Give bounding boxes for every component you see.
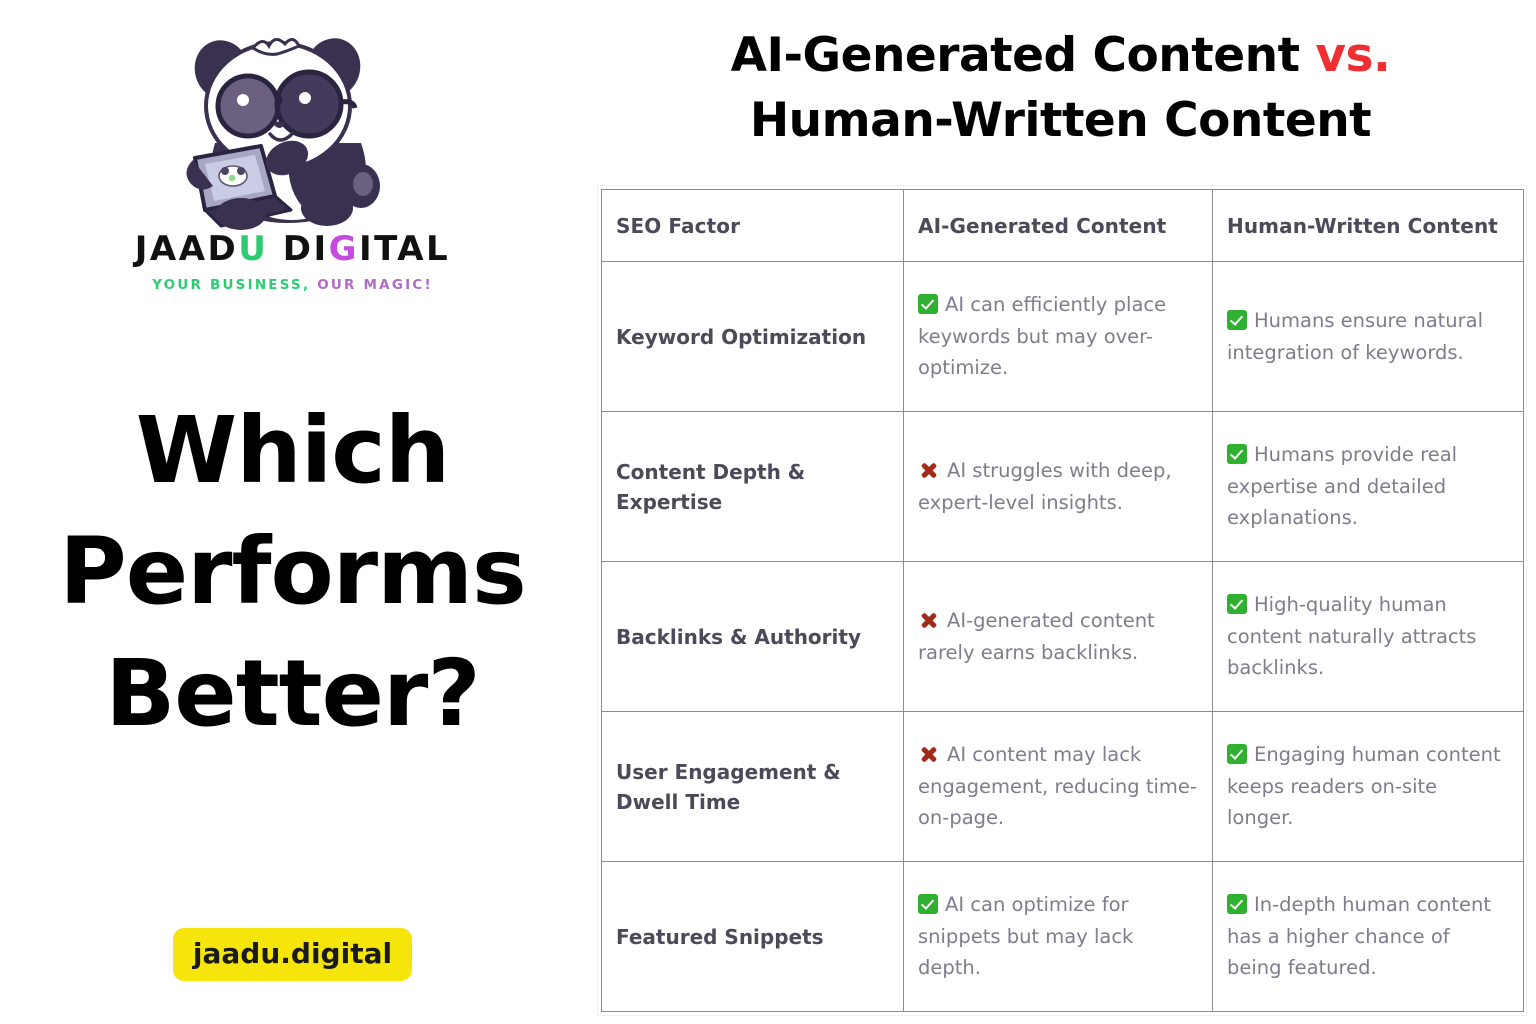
column-header-ai-generated: AI-Generated Content <box>903 189 1213 262</box>
cross-icon <box>918 610 940 630</box>
left-panel: JAADU DIGITAL YOUR BUSINESS, OUR MAGIC! … <box>0 0 585 1024</box>
factor-label: Keyword Optimization <box>601 261 904 412</box>
ai-cell: AI struggles with deep, expert-level ins… <box>903 411 1213 562</box>
tagline-green: YOUR BUSINESS, <box>152 276 311 293</box>
logo-word-accent-g: G <box>328 229 360 269</box>
logo-wordmark: JAADU DIGITAL <box>0 229 585 269</box>
ai-cell: AI-generated content rarely earns backli… <box>903 561 1213 712</box>
factor-label: Featured Snippets <box>601 861 904 1012</box>
human-cell: Humans ensure natural integration of key… <box>1212 261 1524 412</box>
page-title-vs: vs. <box>1315 28 1391 83</box>
human-cell-text: In-depth human content has a higher chan… <box>1227 893 1491 980</box>
panda-with-laptop-logo-icon <box>186 38 380 230</box>
ai-cell: AI can efficiently place keywords but ma… <box>903 261 1213 412</box>
factor-label: User Engagement & Dwell Time <box>601 711 904 862</box>
headline: Which Performs Better? <box>0 390 585 754</box>
table-row: Keyword Optimization AI can efficiently … <box>601 261 1524 412</box>
logo-word-part1: JAAD <box>134 229 239 269</box>
column-header-human-written: Human-Written Content <box>1212 189 1524 262</box>
headline-line-3: Better? <box>105 639 481 747</box>
table-header-row: SEO Factor AI-Generated Content Human-Wr… <box>601 189 1524 262</box>
human-cell: In-depth human content has a higher chan… <box>1212 861 1524 1012</box>
ai-cell-text: AI can optimize for snippets but may lac… <box>918 893 1134 980</box>
factor-label: Content Depth & Expertise <box>601 411 904 562</box>
check-icon <box>1227 744 1247 765</box>
headline-line-1: Which <box>135 397 451 504</box>
ai-cell: AI content may lack engagement, reducing… <box>903 711 1213 862</box>
ai-cell-text: AI content may lack engagement, reducing… <box>918 743 1197 830</box>
ai-cell-text: AI can efficiently place keywords but ma… <box>918 293 1167 380</box>
site-badge-wrapper: jaadu.digital <box>0 928 585 981</box>
table-header: SEO Factor AI-Generated Content Human-Wr… <box>601 189 1524 262</box>
column-header-seo-factor: SEO Factor <box>601 189 904 262</box>
comparison-table: SEO Factor AI-Generated Content Human-Wr… <box>601 189 1524 1012</box>
cross-icon <box>918 744 940 764</box>
human-cell-text: High-quality human content naturally att… <box>1227 593 1477 680</box>
table-row: Content Depth & Expertise AI struggles w… <box>601 411 1524 562</box>
logo-word-accent-u: U <box>238 229 269 269</box>
logo-word-part3: ITAL <box>359 229 451 269</box>
logo-tagline: YOUR BUSINESS, OUR MAGIC! <box>0 277 585 293</box>
check-icon <box>1227 444 1247 465</box>
right-panel: AI-Generated Content vs. Human-Written C… <box>585 0 1536 1024</box>
page-title-line-2: Human-Written Content <box>749 92 1372 148</box>
page-title-line-1: AI-Generated Content vs. <box>585 24 1536 89</box>
check-icon <box>918 894 938 915</box>
factor-label: Backlinks & Authority <box>601 561 904 712</box>
human-cell: Humans provide real expertise and detail… <box>1212 411 1524 562</box>
cross-icon <box>918 460 940 480</box>
check-icon <box>1227 309 1247 330</box>
check-icon <box>1227 894 1247 915</box>
ai-cell: AI can optimize for snippets but may lac… <box>903 861 1213 1012</box>
comparison-table-container: SEO Factor AI-Generated Content Human-Wr… <box>597 185 1527 1016</box>
human-cell: High-quality human content naturally att… <box>1212 561 1524 712</box>
brand-block: JAADU DIGITAL YOUR BUSINESS, OUR MAGIC! <box>0 18 585 293</box>
logo-word-part2: DI <box>268 229 329 269</box>
page-title: AI-Generated Content vs. Human-Written C… <box>585 24 1536 154</box>
site-url-badge[interactable]: jaadu.digital <box>172 928 413 981</box>
table-row: Backlinks & Authority AI-generated conte… <box>601 561 1524 712</box>
check-icon <box>1227 594 1247 615</box>
human-cell-text: Humans provide real expertise and detail… <box>1227 443 1458 530</box>
human-cell-text: Humans ensure natural integration of key… <box>1227 308 1484 364</box>
ai-cell-text: AI struggles with deep, expert-level ins… <box>918 458 1172 514</box>
headline-line-2: Performs <box>59 518 526 626</box>
table-row: Featured Snippets AI can optimize for sn… <box>601 861 1524 1012</box>
ai-cell-text: AI-generated content rarely earns backli… <box>918 608 1155 664</box>
human-cell-text: Engaging human content keeps readers on-… <box>1227 743 1501 830</box>
table-body: Keyword Optimization AI can efficiently … <box>601 261 1524 1012</box>
page-title-main: AI-Generated Content <box>730 28 1316 83</box>
human-cell: Engaging human content keeps readers on-… <box>1212 711 1524 862</box>
table-row: User Engagement & Dwell Time AI content … <box>601 711 1524 862</box>
check-icon <box>918 294 938 315</box>
tagline-purple: OUR MAGIC! <box>310 276 433 293</box>
